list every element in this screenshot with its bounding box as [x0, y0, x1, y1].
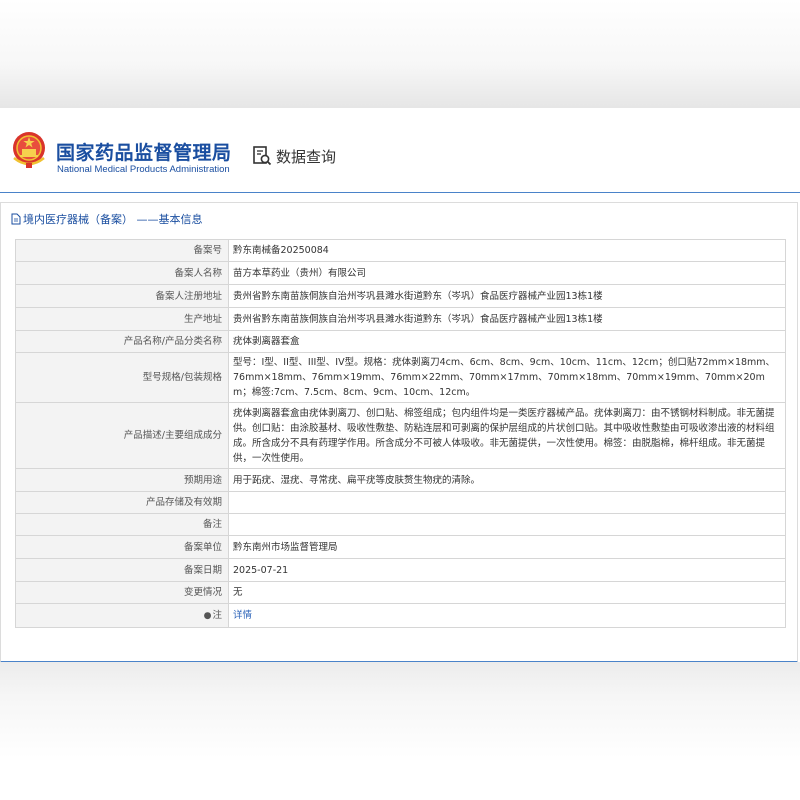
- data-query-label: 数据查询: [276, 147, 337, 166]
- row-label: 变更情况: [15, 581, 229, 604]
- note-label: 注: [212, 609, 222, 621]
- row-value: [228, 491, 786, 514]
- row-value: 疣体剥离器套盒: [228, 330, 786, 353]
- table-row: 生产地址 贵州省黔东南苗族侗族自治州岑巩县濉水街道黔东（岑巩）食品医疗器械产业园…: [15, 307, 786, 331]
- agency-name-en: National Medical Products Administration: [57, 164, 230, 175]
- table-row: 预期用途 用于跖疣、湿疣、寻常疣、扁平疣等皮肤赘生物疣的清除。: [15, 468, 786, 492]
- row-label: 备案号: [15, 239, 229, 262]
- row-value: 2025-07-21: [228, 558, 786, 582]
- pin-icon: ●: [203, 610, 212, 621]
- table-row: 产品名称/产品分类名称 疣体剥离器套盒: [15, 330, 786, 353]
- row-label: 生产地址: [15, 307, 229, 331]
- table-row: ●注 详情: [15, 603, 786, 628]
- row-value: 贵州省黔东南苗族侗族自治州岑巩县濉水街道黔东（岑巩）食品医疗器械产业园13栋1楼: [228, 307, 786, 331]
- table-row: 产品描述/主要组成成分 疣体剥离器套盒由疣体剥离刀、创口贴、棉签组成；包内组件均…: [15, 402, 786, 469]
- data-query-link[interactable]: 数据查询: [252, 144, 336, 168]
- table-row: 备案单位 黔东南州市场监督管理局: [15, 535, 786, 559]
- section-title-text: 境内医疗器械（备案） ——基本信息: [23, 213, 203, 226]
- row-value: 黔东南州市场监督管理局: [228, 535, 786, 559]
- row-label: 产品名称/产品分类名称: [15, 330, 229, 353]
- row-label: 产品存储及有效期: [15, 491, 229, 514]
- table-row: 备案日期 2025-07-21: [15, 558, 786, 582]
- row-value: 黔东南械备20250084: [228, 239, 786, 262]
- agency-name-cn: 国家药品监督管理局: [56, 142, 232, 164]
- row-label: 备案单位: [15, 535, 229, 559]
- row-value: [228, 513, 786, 536]
- row-value: 苗方本草药业（贵州）有限公司: [228, 261, 786, 285]
- table-row: 备注: [15, 513, 786, 536]
- table-row: 型号规格/包装规格 型号：I型、II型、III型、IV型。规格：疣体剥离刀4cm…: [15, 352, 786, 403]
- row-label: 产品描述/主要组成成分: [15, 402, 229, 469]
- details-link[interactable]: 详情: [233, 610, 252, 621]
- row-label: 备案日期: [15, 558, 229, 582]
- top-blank-band: [0, 0, 800, 108]
- document-icon: [11, 213, 21, 225]
- row-label: 备注: [15, 513, 229, 536]
- row-label: 型号规格/包装规格: [15, 352, 229, 403]
- row-label: 预期用途: [15, 468, 229, 492]
- table-row: 备案号 黔东南械备20250084: [15, 239, 786, 262]
- row-label: 备案人名称: [15, 261, 229, 285]
- row-value: 型号：I型、II型、III型、IV型。规格：疣体剥离刀4cm、6cm、8cm、9…: [228, 352, 786, 403]
- row-value: 详情: [228, 603, 786, 628]
- row-value: 无: [228, 581, 786, 604]
- row-value: 疣体剥离器套盒由疣体剥离刀、创口贴、棉签组成；包内组件均是一类医疗器械产品。疣体…: [228, 402, 786, 469]
- table-row: 产品存储及有效期: [15, 491, 786, 514]
- national-emblem-icon: [13, 132, 45, 168]
- row-value: 用于跖疣、湿疣、寻常疣、扁平疣等皮肤赘生物疣的清除。: [228, 468, 786, 492]
- site-header: 国家药品监督管理局 National Medical Products Admi…: [0, 108, 800, 193]
- section-title: 境内医疗器械（备案） ——基本信息: [11, 211, 203, 227]
- row-value: 贵州省黔东南苗族侗族自治州岑巩县濉水街道黔东（岑巩）食品医疗器械产业园13栋1楼: [228, 284, 786, 308]
- table-row: 备案人注册地址 贵州省黔东南苗族侗族自治州岑巩县濉水街道黔东（岑巩）食品医疗器械…: [15, 284, 786, 308]
- table-row: 变更情况 无: [15, 581, 786, 604]
- basic-info-section: 境内医疗器械（备案） ——基本信息 备案号 黔东南械备20250084 备案人名…: [0, 202, 798, 663]
- row-label: 备案人注册地址: [15, 284, 229, 308]
- magnifier-document-icon: [253, 146, 272, 166]
- bottom-blank-band: [0, 662, 800, 800]
- table-row: 备案人名称 苗方本草药业（贵州）有限公司: [15, 261, 786, 285]
- basic-info-table: 备案号 黔东南械备20250084 备案人名称 苗方本草药业（贵州）有限公司 备…: [15, 239, 786, 628]
- row-label-note: ●注: [15, 603, 229, 628]
